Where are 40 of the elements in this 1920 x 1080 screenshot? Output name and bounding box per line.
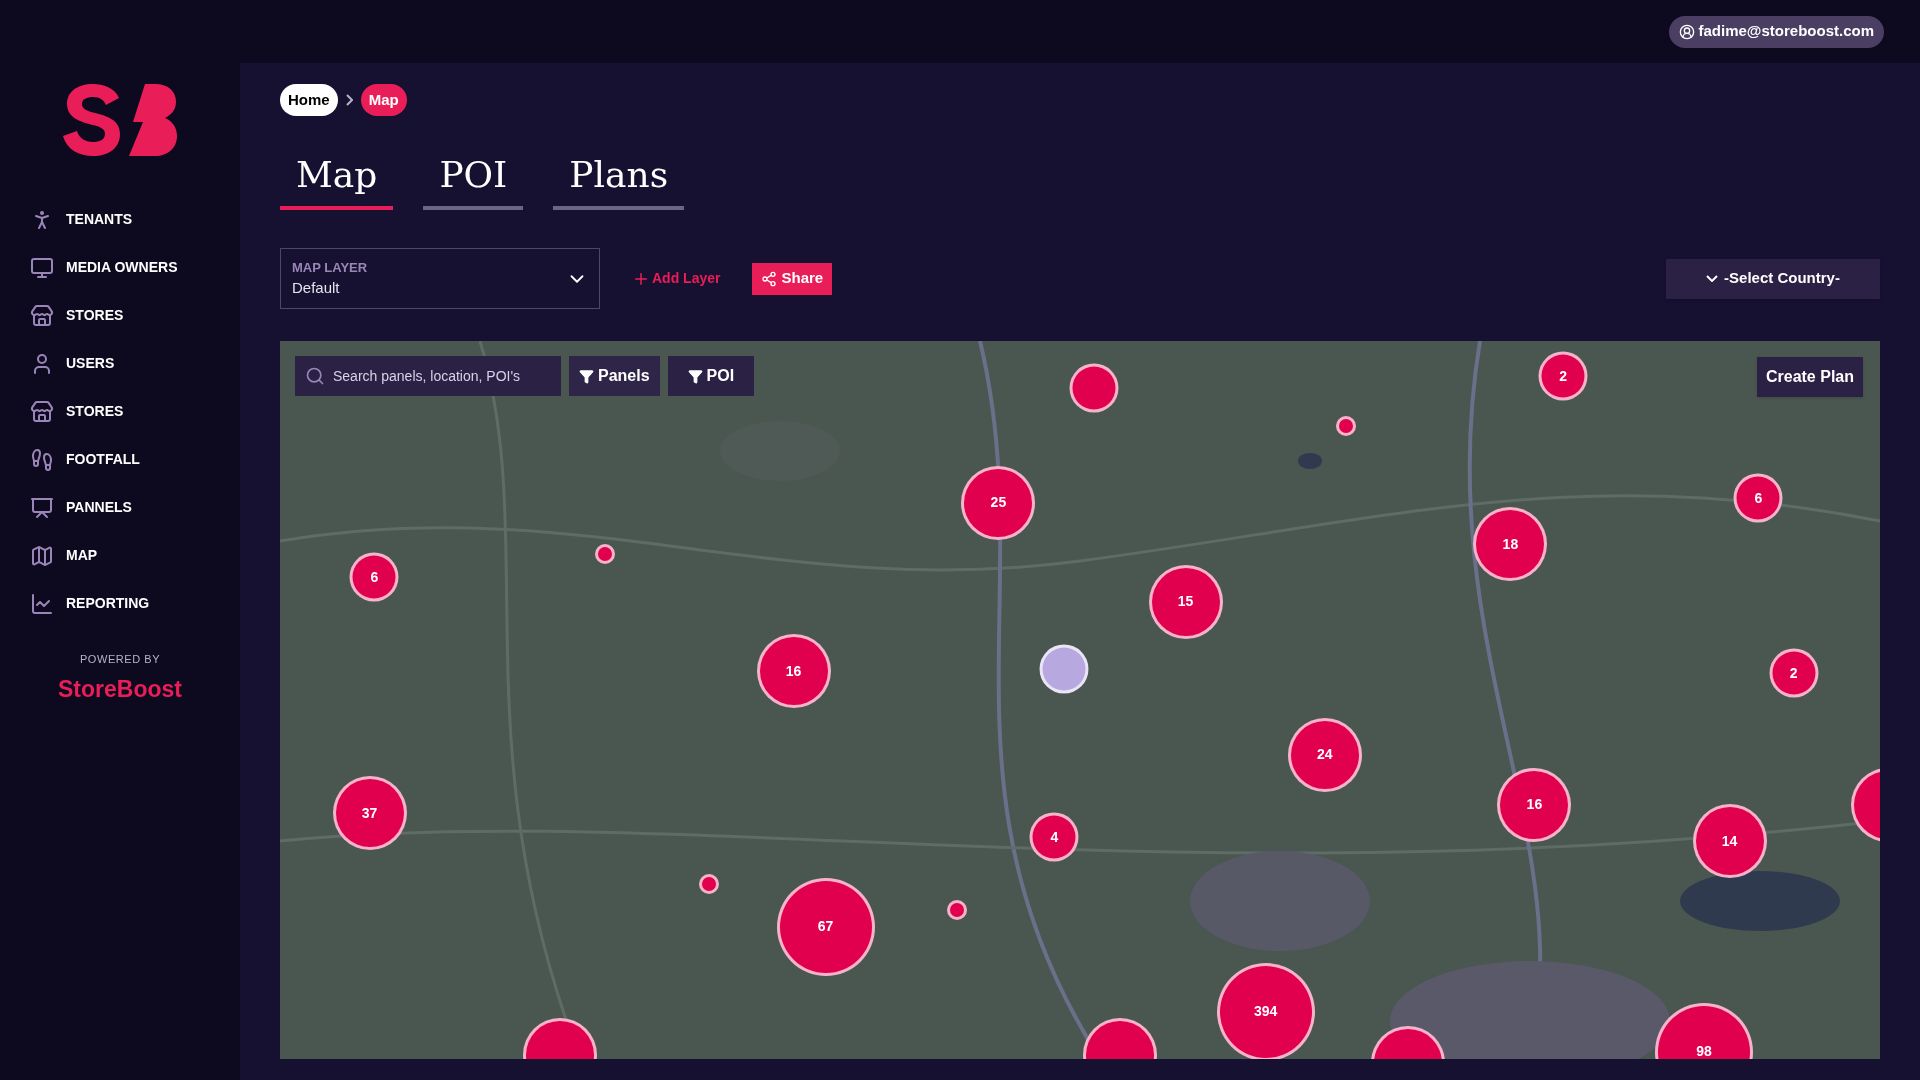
user-icon: [1678, 23, 1695, 40]
brand-logo: StoreBoost: [57, 674, 183, 704]
page-tab[interactable]: Map: [280, 148, 394, 210]
map-icon: [30, 543, 54, 568]
sidebar-item[interactable]: MAP: [30, 542, 240, 569]
chevron-right-icon: [345, 94, 353, 106]
panel-icon: [30, 495, 54, 520]
filter-button[interactable]: Panels: [569, 356, 660, 396]
breadcrumb-link[interactable]: Map: [360, 84, 407, 116]
sidebar-item[interactable]: MEDIA OWNERS: [30, 254, 240, 281]
page-tab[interactable]: POI: [423, 148, 524, 210]
store-icon: [30, 303, 54, 328]
search-icon: [305, 366, 325, 386]
filter-icon: [579, 368, 594, 384]
field-label: MAP LAYER: [292, 258, 368, 277]
sidebar-item[interactable]: STORES: [30, 302, 240, 329]
sidebar-item[interactable]: STORES: [30, 398, 240, 425]
sidebar-item[interactable]: REPORTING: [30, 590, 240, 617]
share-button[interactable]: Share: [752, 262, 833, 295]
monitor-icon: [30, 255, 54, 280]
share-icon: [761, 270, 778, 287]
chart-icon: [30, 591, 54, 616]
create-plan-button[interactable]: Create Plan: [1756, 357, 1863, 397]
user-account-button[interactable]: fadime@storeboost.com: [1668, 15, 1884, 48]
store-icon: [30, 399, 54, 424]
page-tab[interactable]: Plans: [553, 148, 685, 210]
sidebar-item[interactable]: USERS: [30, 350, 240, 377]
filter-icon: [687, 368, 703, 384]
breadcrumb-link[interactable]: Home: [280, 84, 338, 116]
add-layer-button[interactable]: Add Layer: [632, 268, 721, 289]
chevron-down-icon: [1706, 275, 1719, 282]
country-select[interactable]: -Select Country-: [1666, 258, 1880, 299]
sidebar-item[interactable]: PANNELS: [30, 494, 240, 521]
filter-button[interactable]: POI: [667, 356, 755, 396]
sidebar-item[interactable]: FOOTFALL: [30, 446, 240, 473]
map-layer-dropdown[interactable]: MAP LAYER Default: [280, 248, 600, 309]
sidebar-item[interactable]: TENANTS: [30, 206, 240, 233]
field-value: Default: [292, 278, 341, 298]
search-field[interactable]: Search panels, location, POI's: [295, 356, 561, 396]
powered-by-label: POWERED BY: [78, 652, 162, 667]
